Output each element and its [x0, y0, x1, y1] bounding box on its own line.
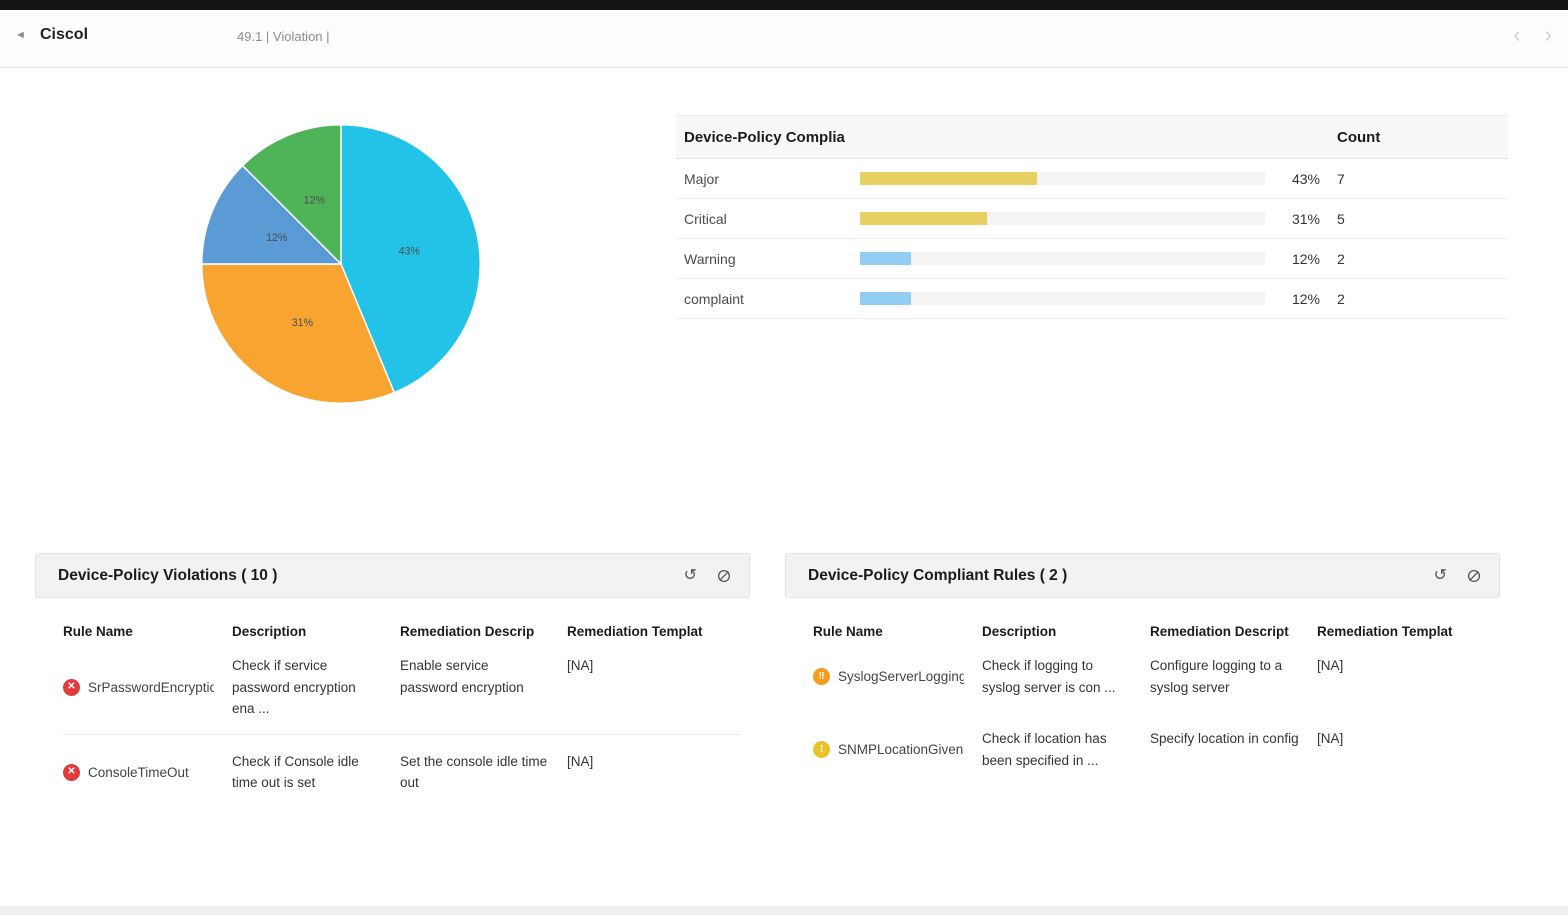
refresh-icon[interactable]: ↺ — [684, 567, 697, 584]
bar-track — [860, 172, 1265, 185]
violations-table: Rule Name Description Remediation Descri… — [35, 598, 750, 808]
prev-chevron-icon[interactable]: ‹ — [1513, 22, 1520, 47]
count-value: 2 — [1337, 250, 1345, 267]
refresh-icon[interactable]: ↺ — [1434, 567, 1447, 584]
column-header: Rule Name — [63, 624, 133, 639]
column-header: Remediation Templat — [567, 624, 703, 639]
major-icon: ‼ — [813, 668, 830, 686]
bar-fill — [860, 172, 1038, 185]
compliance-summary-table: Device-Policy Complia Count Major 43% 7 … — [676, 115, 1508, 319]
violations-panel: Device-Policy Violations ( 10 ) ↺ Rule N… — [35, 553, 750, 808]
column-header: Rule Name — [813, 624, 883, 639]
severity-label: Warning — [684, 250, 736, 267]
remediation-description: Enable service password encryption — [400, 658, 524, 695]
bar-fill — [860, 252, 911, 265]
panel-actions: ↺ — [1434, 567, 1481, 584]
bar-track — [860, 212, 1265, 225]
count-value: 7 — [1337, 170, 1345, 187]
remediation-template: [NA] — [567, 658, 594, 673]
compliant-rules-table: Rule Name Description Remediation Descri… — [785, 598, 1500, 785]
bar-track — [860, 292, 1265, 305]
count-column-header: Count — [1337, 128, 1381, 146]
violations-panel-title: Device-Policy Violations ( 10 ) — [58, 566, 278, 584]
compliance-table-header: Device-Policy Complia Count — [676, 115, 1508, 159]
column-header: Remediation Descrip — [400, 624, 535, 639]
rule-description: Check if location has been specified in … — [982, 731, 1107, 768]
top-strip — [0, 0, 1568, 10]
percent-value: 43% — [1291, 170, 1320, 187]
column-header: Remediation Descript — [1150, 624, 1289, 639]
rule-name: SyslogServerLoggingEna — [838, 668, 964, 684]
back-icon[interactable]: ◄ — [15, 29, 26, 41]
compliant-table-columns: Rule Name Description Remediation Descri… — [813, 624, 1490, 639]
table-row[interactable]: ‼ SyslogServerLoggingEna Check if loggin… — [813, 639, 1490, 712]
table-row[interactable]: complaint 12% 2 — [676, 279, 1508, 319]
violations-panel-header: Device-Policy Violations ( 10 ) ↺ — [35, 553, 750, 598]
rule-description: Check if logging to syslog server is con… — [982, 658, 1116, 695]
remediation-template: [NA] — [1317, 658, 1344, 673]
remediation-template: [NA] — [567, 753, 594, 769]
pie-label: 12% — [266, 232, 288, 244]
unpin-icon[interactable] — [1467, 569, 1481, 583]
pager: ‹ › — [1495, 22, 1552, 48]
table-row[interactable]: ✕ SrPasswordEncryptionI Check if service… — [63, 639, 740, 735]
column-header: Description — [232, 624, 307, 639]
compliance-table-title: Device-Policy Complia — [684, 128, 845, 146]
table-row[interactable]: ! SNMPLocationGiven Check if location ha… — [813, 712, 1490, 785]
panel-actions: ↺ — [684, 567, 731, 584]
unpin-icon[interactable] — [717, 569, 731, 583]
bar-track — [860, 252, 1265, 265]
rule-name: SNMPLocationGiven — [838, 741, 964, 757]
pie-label: 12% — [304, 195, 326, 207]
critical-icon: ✕ — [63, 763, 80, 781]
page-header: ◄ Ciscol 49.1 | Violation | ‹ › — [0, 10, 1568, 68]
breadcrumb: 49.1 | Violation | — [237, 29, 330, 44]
remediation-description: Configure logging to a syslog server — [1150, 658, 1283, 695]
severity-label: Critical — [684, 210, 727, 227]
pie-label: 31% — [292, 317, 314, 329]
page-title: Ciscol — [40, 26, 89, 43]
rule-description: Check if service password encryption ena… — [232, 658, 356, 717]
remediation-description: Specify location in config — [1150, 731, 1299, 747]
table-row[interactable]: Critical 31% 5 — [676, 199, 1508, 239]
percent-value: 12% — [1291, 250, 1320, 267]
column-header: Description — [982, 624, 1057, 639]
bottom-strip — [0, 906, 1568, 915]
critical-icon: ✕ — [63, 678, 80, 696]
pie-label: 43% — [399, 245, 421, 257]
rule-name: ConsoleTimeOut — [88, 764, 189, 780]
table-row[interactable]: Major 43% 7 — [676, 159, 1508, 199]
compliant-panel-title: Device-Policy Compliant Rules ( 2 ) — [808, 566, 1068, 584]
violations-table-columns: Rule Name Description Remediation Descri… — [63, 624, 740, 639]
count-value: 2 — [1337, 290, 1345, 307]
percent-value: 31% — [1291, 210, 1320, 227]
severity-label: complaint — [684, 290, 744, 307]
count-value: 5 — [1337, 210, 1345, 227]
percent-value: 12% — [1291, 290, 1320, 307]
table-row[interactable]: Warning 12% 2 — [676, 239, 1508, 279]
table-row[interactable]: ✕ ConsoleTimeOut Check if Console idle t… — [63, 735, 740, 808]
compliance-pie-chart: 43% 31% 12% 12% — [201, 124, 481, 404]
remediation-template: [NA] — [1317, 731, 1344, 747]
warning-icon: ! — [813, 741, 830, 759]
column-header: Remediation Templat — [1317, 624, 1453, 639]
bar-fill — [860, 212, 987, 225]
severity-label: Major — [684, 170, 720, 187]
compliant-panel-header: Device-Policy Compliant Rules ( 2 ) ↺ — [785, 553, 1500, 598]
next-chevron-icon[interactable]: › — [1545, 22, 1552, 47]
rule-description: Check if Console idle time out is set — [232, 753, 359, 791]
rule-name: SrPasswordEncryptionI — [88, 679, 214, 695]
bar-fill — [860, 292, 911, 305]
compliant-rules-panel: Device-Policy Compliant Rules ( 2 ) ↺ Ru… — [785, 553, 1500, 785]
remediation-description: Set the console idle time out — [400, 753, 548, 791]
